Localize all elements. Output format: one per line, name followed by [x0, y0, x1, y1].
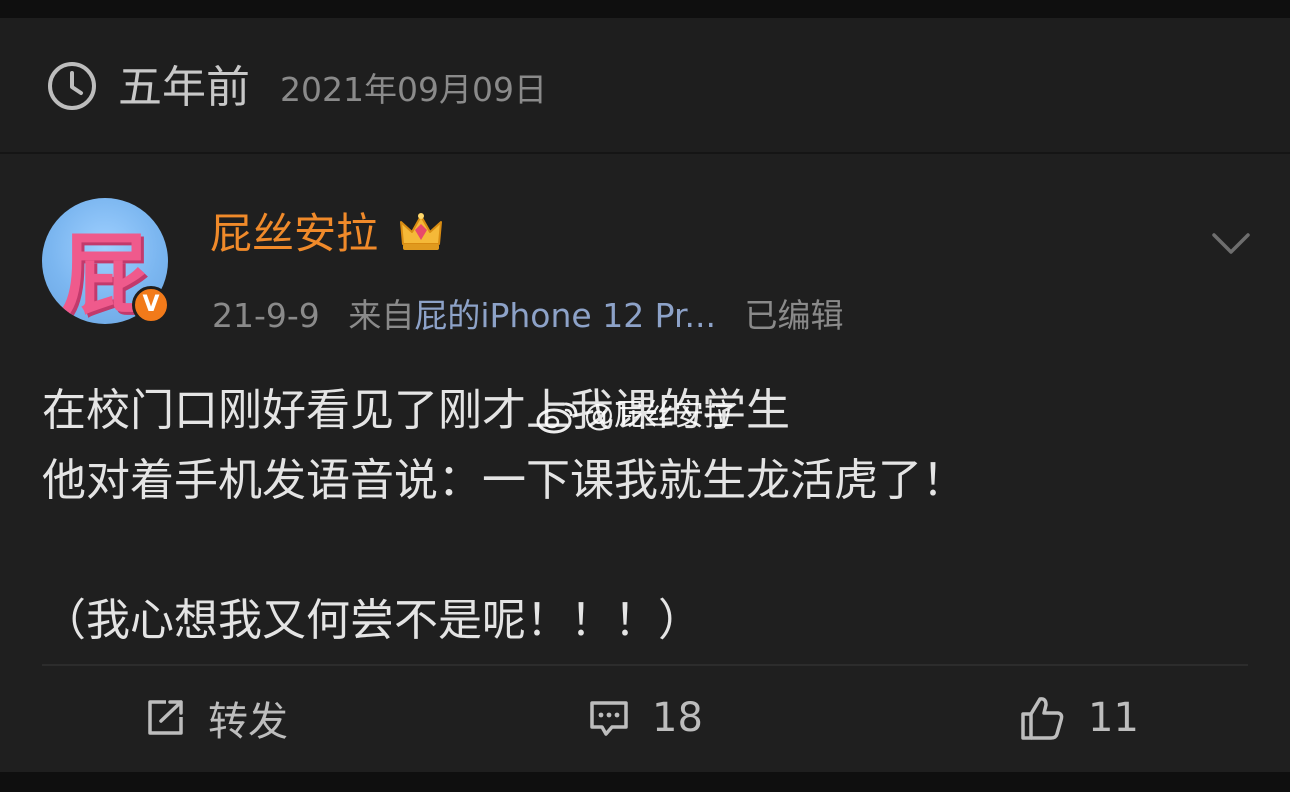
repost-button[interactable]: 转发: [144, 690, 288, 746]
username[interactable]: 屁丝安拉: [210, 206, 378, 262]
comment-icon: [590, 701, 628, 736]
weibo-logo-icon: [536, 402, 578, 433]
repost-icon: [148, 700, 183, 735]
post-source-device[interactable]: 屁的iPhone 12 Pr...: [414, 296, 716, 335]
like-button[interactable]: 11: [1018, 690, 1139, 746]
watermark: @屁丝安拉: [536, 394, 734, 438]
edited-label[interactable]: 已编辑: [745, 296, 844, 335]
memory-date-text: 2021年09月09日: [280, 70, 547, 109]
post-date: 21-9-9: [212, 296, 320, 335]
post-line: （我心想我又何尝不是呢！！！）: [42, 595, 702, 646]
clock-icon: [48, 62, 96, 110]
verified-badge-icon: V: [132, 286, 170, 324]
post-source-label: 来自: [348, 296, 415, 335]
watermark-text: @屁丝安拉: [584, 398, 734, 433]
crown-icon[interactable]: [398, 210, 444, 256]
avatar[interactable]: 屁 V: [42, 198, 170, 326]
divider: [42, 664, 1248, 666]
post-line: [42, 516, 1242, 586]
memory-ago-text: 五年前: [118, 62, 250, 113]
on-this-day-bar: 五年前 2021年09月09日: [0, 18, 1290, 154]
like-count: 11: [1088, 695, 1139, 741]
comment-button[interactable]: 18: [588, 690, 703, 746]
post-line: 他对着手机发语音说：一下课我就生龙活虎了！: [42, 455, 966, 506]
comment-count: 18: [652, 695, 703, 741]
chevron-down-icon[interactable]: [1210, 228, 1252, 258]
like-icon: [1021, 697, 1064, 740]
post-meta: 21-9-9 来自屁的iPhone 12 Pr... 已编辑: [212, 294, 844, 338]
post-card: 五年前 2021年09月09日 屁 V 屁丝安拉 21-9-9 来自屁的iPho…: [0, 18, 1290, 772]
repost-label: 转发: [208, 699, 288, 745]
